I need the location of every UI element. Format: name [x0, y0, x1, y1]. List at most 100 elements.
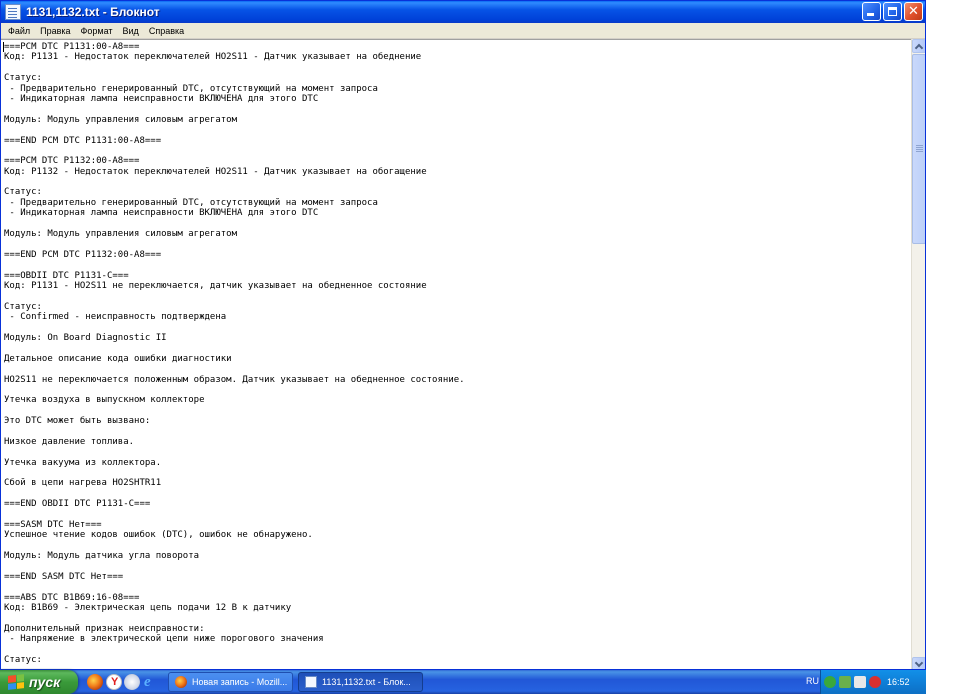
text-line: ===PCM DTC P1132:00-A8=== [4, 156, 140, 167]
text-line: - Индикаторная лампа неисправности ВКЛЮЧ… [4, 208, 319, 219]
text-line: ===ABS DTC B1B69:16-08=== [4, 592, 140, 603]
menu-edit[interactable]: Правка [35, 26, 75, 36]
notepad-icon [5, 4, 21, 20]
text-line: Успешное чтение кодов ошибок (DTC), ошиб… [4, 530, 313, 541]
text-line [4, 291, 465, 301]
text-line [4, 104, 465, 114]
window-title: 1131,1132.txt - Блокнот [26, 5, 160, 19]
text-line [4, 219, 465, 229]
text-line: ===OBDII DTC P1131-C=== [4, 270, 129, 281]
text-line [4, 146, 465, 156]
title-bar[interactable]: 1131,1132.txt - Блокнот ✕ [1, 1, 925, 23]
text-line: Модуль: Модуль управления силовым агрега… [4, 229, 237, 240]
minimize-button[interactable] [862, 2, 881, 21]
text-line [4, 426, 465, 436]
text-line [4, 406, 465, 416]
menu-help[interactable]: Справка [144, 26, 189, 36]
vertical-scrollbar[interactable] [911, 39, 925, 669]
maximize-icon [888, 7, 897, 16]
text-line [4, 562, 465, 572]
language-indicator[interactable]: RU [806, 676, 819, 686]
text-line: ===END PCM DTC P1131:00-A8=== [4, 135, 162, 146]
text-line [4, 125, 465, 135]
text-line: Утечка воздуха в выпускном коллекторе [4, 395, 205, 406]
text-line: - Предварительно генерированный DTC, отс… [4, 197, 378, 208]
text-line: Детальное описание кода ошибки диагности… [4, 353, 232, 364]
text-line: Статус: [4, 655, 42, 666]
text-line: ===END PCM DTC P1132:00-A8=== [4, 249, 162, 260]
volume-icon[interactable] [854, 676, 866, 688]
text-line [4, 468, 465, 478]
task-label: Новая запись - Mozill... [192, 677, 288, 687]
close-button[interactable]: ✕ [904, 2, 923, 21]
text-line [4, 385, 465, 395]
text-line [4, 582, 465, 592]
menu-format[interactable]: Формат [76, 26, 118, 36]
text-line: ===END SASM DTC Нет=== [4, 571, 124, 582]
app-quicklaunch-icon[interactable] [124, 674, 140, 690]
text-line: Утечка вакуума из коллектора. [4, 457, 162, 468]
text-line: Статус: [4, 301, 42, 312]
start-label: пуск [29, 674, 61, 690]
system-tray: 16:52 [820, 670, 926, 694]
text-line: Статус: [4, 73, 42, 84]
firefox-icon [175, 676, 187, 688]
chevron-up-icon [914, 43, 924, 53]
firefox-quicklaunch-icon[interactable] [87, 674, 103, 690]
maximize-button[interactable] [883, 2, 902, 21]
text-line [4, 489, 465, 499]
text-line [4, 177, 465, 187]
chevron-down-icon [914, 658, 924, 668]
clock[interactable]: 16:52 [887, 677, 910, 687]
text-line: Это DTC может быть вызвано: [4, 416, 151, 427]
ie-quicklaunch-icon[interactable]: e [142, 674, 158, 690]
scroll-down-button[interactable] [912, 657, 925, 669]
text-line [4, 239, 465, 249]
text-line: Модуль: Модуль датчика угла поворота [4, 551, 200, 562]
text-line [4, 447, 465, 457]
text-line: ===END OBDII DTC P1131-C=== [4, 499, 151, 510]
start-button[interactable]: пуск [0, 670, 78, 694]
grip-icon [916, 145, 923, 146]
menu-bar: Файл Правка Формат Вид Справка [1, 23, 925, 39]
scrollbar-thumb[interactable] [912, 54, 925, 244]
taskbar-button-notepad[interactable]: 1131,1132.txt - Блок... [298, 672, 423, 692]
menu-file[interactable]: Файл [3, 26, 35, 36]
text-line: ===PCM DTC P1131:00-A8=== [4, 42, 140, 52]
text-line: - Индикаторная лампа неисправности ВКЛЮЧ… [4, 93, 319, 104]
window-controls: ✕ [862, 2, 923, 21]
text-line [4, 510, 465, 520]
text-line: Модуль: Модуль управления силовым агрега… [4, 114, 237, 125]
network-icon[interactable] [824, 676, 836, 688]
close-icon: ✕ [908, 4, 919, 19]
text-line: Статус: [4, 187, 42, 198]
security-alert-icon[interactable] [869, 676, 881, 688]
text-line [4, 541, 465, 551]
text-line: Код: P1131 - Недостаток переключателей H… [4, 52, 422, 63]
text-line: Код: P1132 - Недостаток переключателей H… [4, 166, 427, 177]
text-line [4, 645, 465, 655]
taskbar-button-firefox[interactable]: Новая запись - Mozill... [168, 672, 293, 692]
text-line: Дополнительный признак неисправности: [4, 623, 205, 634]
minimize-icon [867, 13, 874, 16]
text-line: - Напряжение в электрической цепи ниже п… [4, 634, 324, 645]
text-line: Код: P1131 - HO2S11 не переключается, да… [4, 280, 427, 291]
document-text[interactable]: ===PCM DTC P1131:00-A8=== Код: P1131 - Не… [4, 42, 465, 665]
menu-view[interactable]: Вид [118, 26, 144, 36]
text-line: Модуль: On Board Diagnostic II [4, 332, 167, 343]
text-line [4, 63, 465, 73]
text-line: - Предварительно генерированный DTC, отс… [4, 83, 378, 94]
scroll-up-button[interactable] [912, 39, 925, 53]
text-line: Низкое давление топлива. [4, 436, 135, 447]
text-line: Сбой в цепи нагрева HO2SHTR11 [4, 478, 162, 489]
windows-logo-icon [8, 674, 24, 690]
text-line: - Confirmed - неисправность подтверждена [4, 312, 227, 323]
yandex-quicklaunch-icon[interactable]: Y [106, 674, 122, 690]
text-line [4, 364, 465, 374]
text-line: Код: B1B69 - Электрическая цепь подачи 1… [4, 603, 292, 614]
text-line [4, 323, 465, 333]
text-editor[interactable]: ===PCM DTC P1131:00-A8=== Код: P1131 - Не… [1, 39, 911, 669]
notepad-window: 1131,1132.txt - Блокнот ✕ Файл Правка Фо… [0, 0, 926, 670]
antivirus-icon[interactable] [839, 676, 851, 688]
task-label: 1131,1132.txt - Блок... [322, 677, 411, 687]
